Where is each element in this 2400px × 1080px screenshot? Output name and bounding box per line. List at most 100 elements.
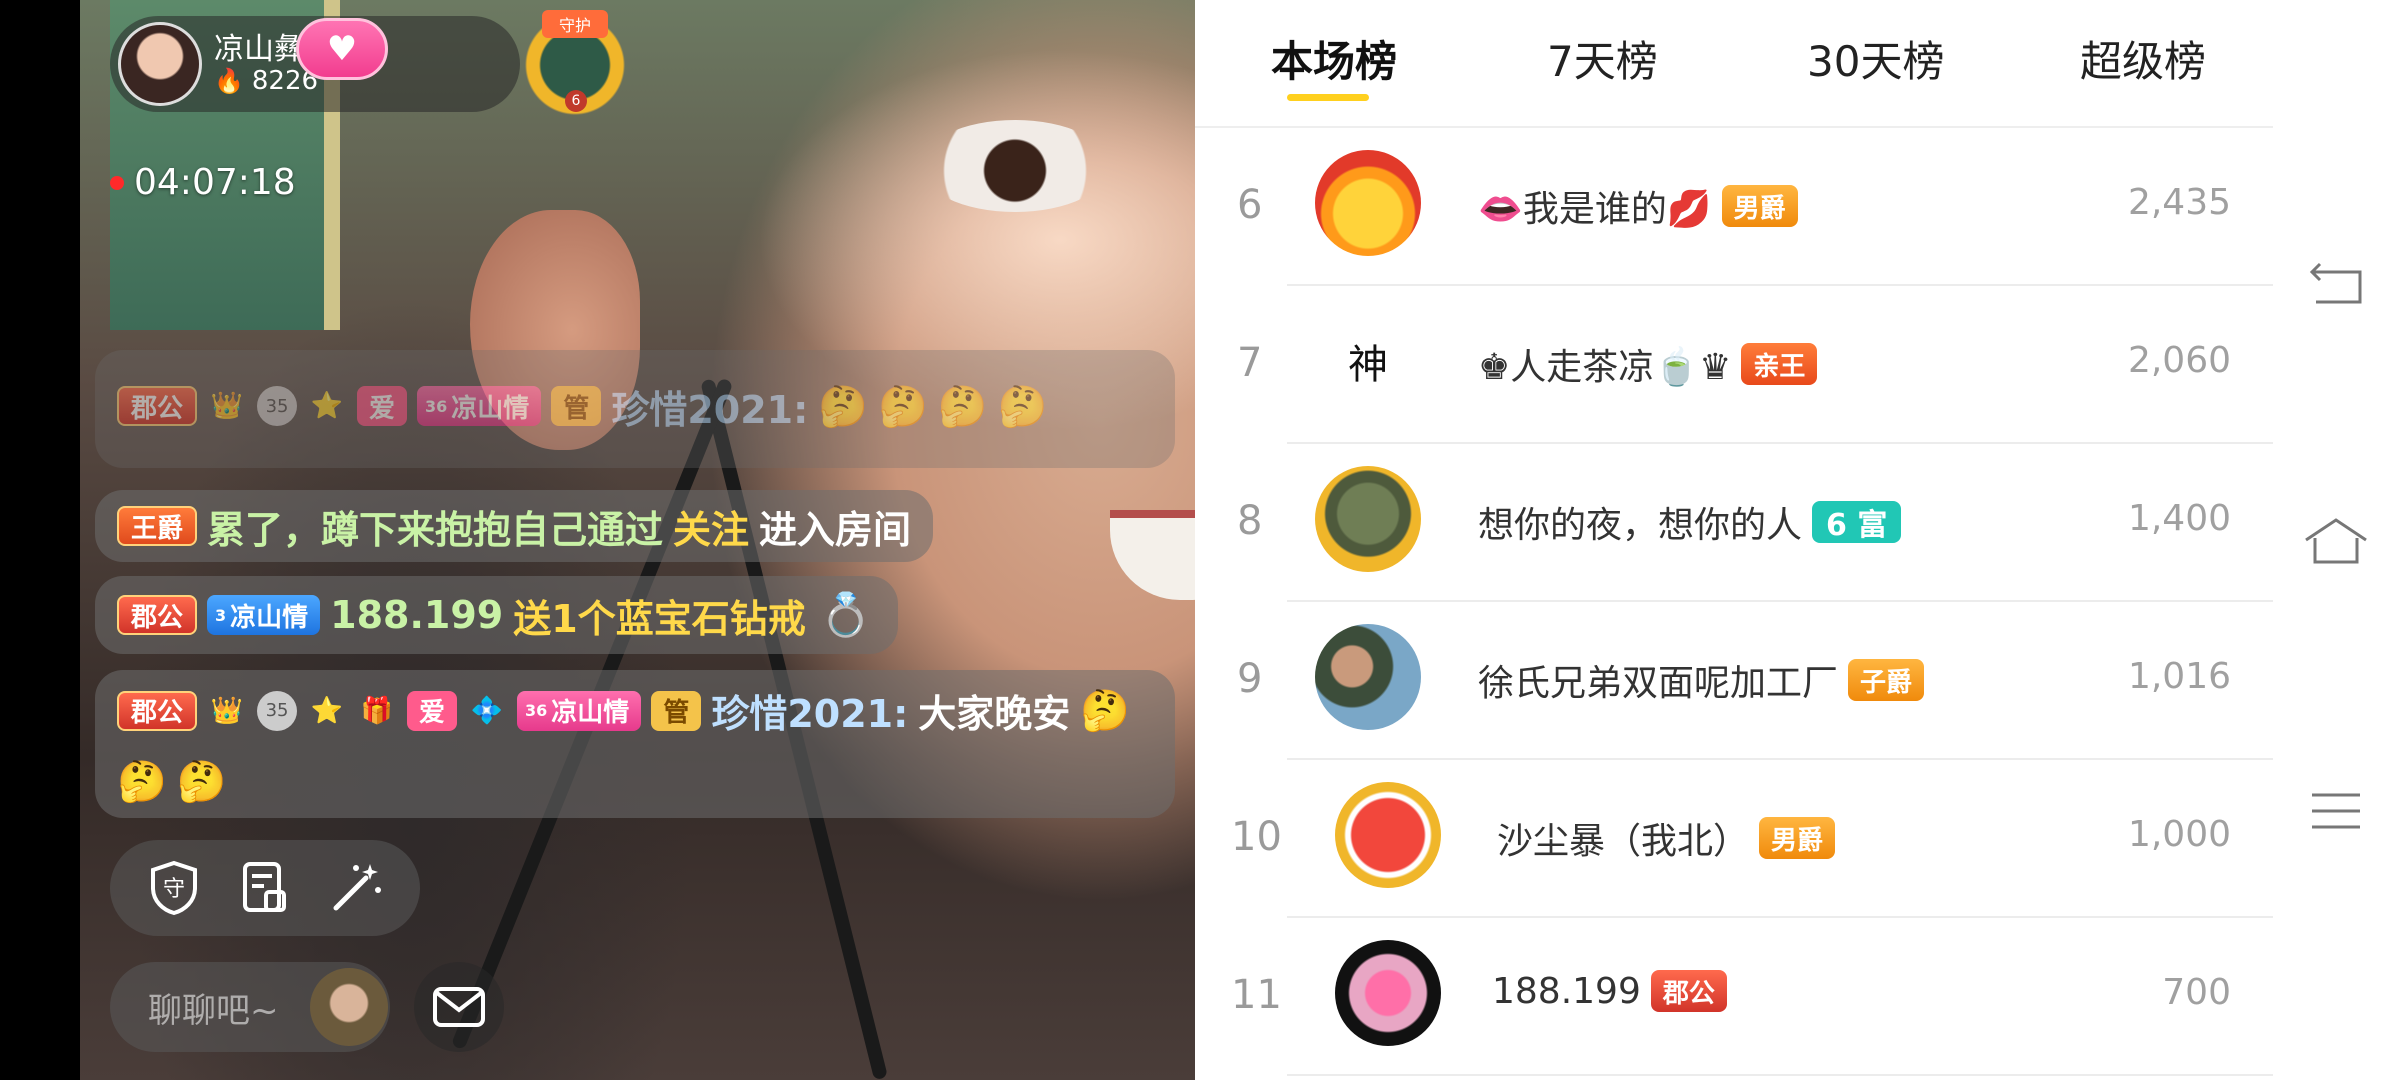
rank-number: 7 [1237, 340, 1263, 386]
tab-super[interactable]: 超级榜 [2080, 28, 2206, 89]
rank-badge: 郡公 [117, 690, 198, 731]
shield-level-icon: 35 [257, 690, 298, 731]
rank-name-text: 188.199 [1492, 970, 1641, 1012]
chat-message: 王爵 累了，蹲下来抱抱自己通过 关注 进入房间 [95, 490, 934, 562]
tool-bar: 守 [110, 840, 420, 936]
chat-input[interactable]: 聊聊吧~ [110, 962, 390, 1052]
chat-input-placeholder: 聊聊吧~ [148, 990, 279, 1031]
fan-badge: 36 凉山情 [517, 690, 642, 731]
rank-name-text: 想你的夜，想你的人 [1478, 505, 1803, 546]
chick-2021-avatar[interactable] [1315, 150, 1421, 256]
crown-icon: 👑 [210, 695, 244, 726]
system-navigation [2273, 0, 2400, 1080]
crown-icon: 👑 [210, 391, 244, 421]
rank-badge: 王爵 [117, 506, 198, 546]
message-button[interactable] [414, 962, 504, 1052]
ranking-row[interactable]: 6 👄我是谁的💋 男爵 2,435 [1195, 128, 2273, 286]
tab-7-days[interactable]: 7天榜 [1547, 28, 1658, 89]
rank-score: 1,400 [2127, 498, 2231, 539]
nobility-tag: 郡公 [1650, 970, 1727, 1012]
nobility-tag: 子爵 [1848, 659, 1925, 701]
task-list-icon[interactable] [235, 858, 295, 918]
rank-name-text: 徐氏兄弟双面呢加工厂 [1478, 663, 1839, 704]
rank-score: 1,000 [2127, 814, 2231, 855]
guard-shield-icon[interactable]: 守 [144, 858, 204, 918]
rank-score: 700 [2162, 972, 2231, 1013]
ranking-row[interactable]: 10 沙尘暴（我北） 男爵 1,000 [1195, 760, 2273, 918]
svg-text:守: 守 [163, 877, 185, 902]
landscape-avatar[interactable] [1315, 466, 1421, 572]
recents-button[interactable] [2301, 776, 2371, 846]
sapphire-ring-icon: 💍 [819, 590, 872, 639]
live-timer: 04:07:18 [110, 162, 296, 203]
thinking-emoji: 🤔 [818, 383, 869, 430]
ranking-row[interactable]: 7 神 ♚人走茶凉🍵♛ 亲王 2,060 [1195, 286, 2273, 444]
video-eye [920, 120, 1110, 212]
host-heat: 🔥 8226 [214, 66, 318, 96]
chat-highlight: 送1个蓝宝石钻戒 [513, 596, 806, 641]
magic-wand-icon[interactable] [326, 858, 386, 918]
host-avatar[interactable] [118, 22, 202, 106]
home-icon [2305, 518, 2367, 564]
flame-icon: 🔥 [214, 67, 244, 95]
chat-message: 郡公 👑 35 ⭐ 🎁 爱 💠 36 凉山情 管 珍惜2021: 大家晚安 🤔 🤔… [95, 670, 1175, 818]
user-avatar[interactable] [310, 968, 388, 1046]
gift-icon: 🎁 [360, 695, 394, 726]
thinking-emoji: 🤔 [937, 383, 988, 430]
chat-user-name[interactable]: 珍惜2021: [611, 379, 808, 434]
ranking-row[interactable]: 11 188.199 郡公 700 [1195, 918, 2273, 1076]
rank-name: 沙尘暴（我北） 男爵 [1497, 812, 1836, 864]
wealth-tag: 6 富 [1812, 501, 1902, 543]
photo-avatar[interactable] [1315, 624, 1421, 730]
avatar-glyph: 神 [1348, 342, 1388, 388]
thinking-emoji: 🤔 [878, 383, 928, 430]
chat-highlight: 关注 [673, 507, 750, 552]
flower-avatar[interactable] [1335, 940, 1441, 1046]
chat-user-name[interactable]: 累了，蹲下来抱抱自己通过 [207, 499, 663, 554]
fan-badge: 36 凉山情 [417, 386, 542, 426]
rank-name: ♚人走茶凉🍵♛ 亲王 [1478, 338, 1818, 390]
shield-level-icon: 35 [257, 386, 298, 426]
thinking-emoji: 🤔 [117, 759, 167, 805]
chat-user-name[interactable]: 188.199 [330, 593, 503, 637]
nobility-tag: 男爵 [1759, 817, 1836, 859]
rank-score: 1,016 [2127, 656, 2231, 697]
heart-icon: ♥ [326, 29, 358, 69]
ranking-tabs: 本场榜 7天榜 30天榜 超级榜 [1195, 0, 2273, 128]
follow-heart-button[interactable]: ♥ [296, 18, 388, 80]
manager-badge: 管 [651, 690, 702, 731]
timer-text: 04:07:18 [134, 162, 296, 203]
tab-30-days[interactable]: 30天榜 [1807, 28, 1944, 89]
rank-name-text: ♚人走茶凉🍵♛ [1478, 347, 1732, 388]
diamond-icon: 💠 [470, 695, 504, 726]
rank-name: 徐氏兄弟双面呢加工厂 子爵 [1478, 654, 1925, 706]
wink-emoji-avatar[interactable] [1335, 782, 1441, 888]
rank-number: 11 [1231, 972, 1282, 1018]
calligraphy-avatar[interactable]: 神 [1315, 308, 1421, 414]
thinking-emoji: 🤔 [176, 759, 227, 805]
rank-number: 8 [1237, 498, 1263, 544]
rank-name-text: 👄我是谁的💋 [1478, 189, 1712, 230]
chat-user-name[interactable]: 珍惜2021: [711, 683, 908, 738]
back-button[interactable] [2301, 250, 2371, 320]
tab-indicator [1287, 94, 1369, 101]
menu-icon [2312, 793, 2360, 829]
rank-name: 想你的夜，想你的人 6 富 [1478, 496, 1902, 548]
recording-dot-icon [110, 175, 124, 190]
home-button[interactable] [2301, 506, 2371, 576]
nobility-tag: 亲王 [1741, 343, 1818, 385]
chat-text: 大家晚安 [918, 692, 1071, 736]
love-badge: 爱 [357, 386, 408, 426]
ranking-row[interactable]: 8 想你的夜，想你的人 6 富 1,400 [1195, 444, 2273, 602]
guard-level: 6 [565, 90, 587, 112]
rank-badge: 郡公 [117, 595, 198, 635]
tab-current-session[interactable]: 本场榜 [1271, 28, 1397, 89]
rank-score: 2,435 [2127, 182, 2231, 223]
ranking-row[interactable]: 9 徐氏兄弟双面呢加工厂 子爵 1,016 [1195, 602, 2273, 760]
guard-badge[interactable]: 守护 6 [520, 10, 630, 120]
envelope-icon [433, 987, 485, 1027]
chat-text: 进入房间 [759, 507, 912, 552]
video-smile [1110, 510, 1195, 600]
rank-name: 188.199 郡公 [1492, 970, 1727, 1012]
rank-score: 2,060 [2127, 340, 2231, 381]
